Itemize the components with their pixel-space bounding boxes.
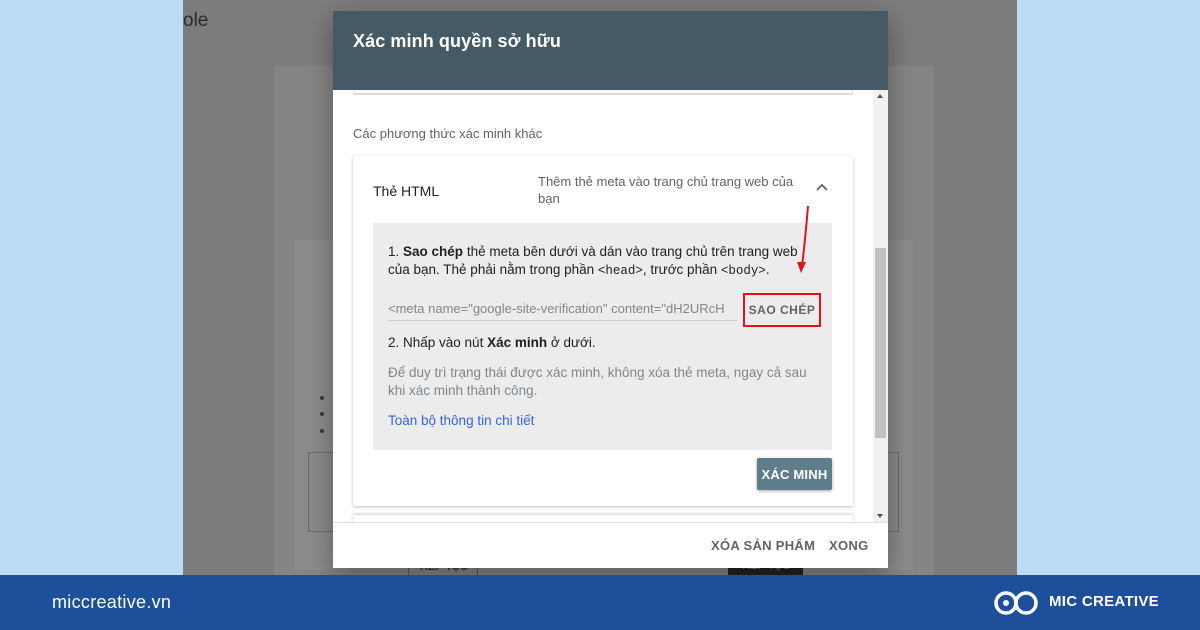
background-title: ole — [183, 10, 209, 31]
bullet — [320, 429, 324, 433]
scrollbar-thumb[interactable] — [875, 248, 886, 438]
full-details-link[interactable]: Toàn bộ thông tin chi tiết — [388, 413, 534, 428]
dialog-header: Xác minh quyền sở hữu — [333, 11, 888, 90]
previous-card-edge — [353, 90, 853, 95]
dialog-body: Các phương thức xác minh khác Thẻ HTML T… — [333, 90, 888, 522]
code-body: <body> — [720, 264, 766, 278]
step-1-text-c: . — [765, 262, 770, 277]
next-method-card[interactable] — [353, 515, 853, 522]
html-tag-method-card: Thẻ HTML Thêm thẻ meta vào trang chủ tra… — [353, 156, 853, 506]
section-label: Các phương thức xác minh khác — [353, 126, 543, 141]
brand-bar: miccreative.vn MIC CREATIVE — [0, 575, 1200, 630]
dialog-footer: XÓA SẢN PHẨM XONG — [333, 522, 888, 568]
mic-creative-logo-icon — [994, 591, 1038, 615]
code-head: <head> — [597, 264, 643, 278]
copy-button[interactable]: SAO CHÉP — [743, 293, 821, 327]
step-2-bold: Xác minh — [487, 335, 548, 350]
retention-note: Để duy trì trạng thái được xác minh, khô… — [388, 365, 807, 398]
dialog-title: Xác minh quyền sở hữu — [353, 31, 561, 51]
method-name[interactable]: Thẻ HTML — [373, 183, 439, 199]
step-2-text-a: 2. Nhấp vào nút — [388, 335, 488, 350]
scroll-up-icon[interactable] — [877, 94, 883, 98]
step-number: 1. — [388, 244, 400, 259]
brand-url[interactable]: miccreative.vn — [52, 592, 171, 613]
step-1-text-b: , trước phần — [642, 262, 721, 277]
instructions-panel: 1. Sao chép thẻ meta bên dưới và dán vào… — [373, 223, 832, 450]
bullet — [320, 396, 324, 400]
chevron-up-icon[interactable] — [815, 180, 829, 194]
brand-name: MIC CREATIVE — [1049, 593, 1159, 610]
scrollbar[interactable] — [873, 90, 888, 522]
verify-button[interactable]: XÁC MINH — [757, 458, 832, 490]
method-description: Thêm thẻ meta vào trang chủ trang web củ… — [538, 174, 794, 206]
done-button[interactable]: XONG — [829, 538, 868, 553]
remove-property-button[interactable]: XÓA SẢN PHẨM — [711, 538, 815, 553]
step-1-bold: Sao chép — [403, 244, 464, 259]
meta-tag-field[interactable]: <meta name="google-site-verification" co… — [388, 301, 738, 321]
bullet — [320, 412, 324, 416]
verify-ownership-dialog: Xác minh quyền sở hữu Các phương thức xá… — [333, 11, 888, 568]
step-2-text-b: ở dưới. — [547, 335, 596, 350]
scroll-down-icon[interactable] — [877, 514, 883, 518]
step-2-text: 2. Nhấp vào nút Xác minh ở dưới. — [388, 335, 596, 350]
step-1-text: 1. Sao chép thẻ meta bên dưới và dán vào… — [388, 243, 818, 280]
